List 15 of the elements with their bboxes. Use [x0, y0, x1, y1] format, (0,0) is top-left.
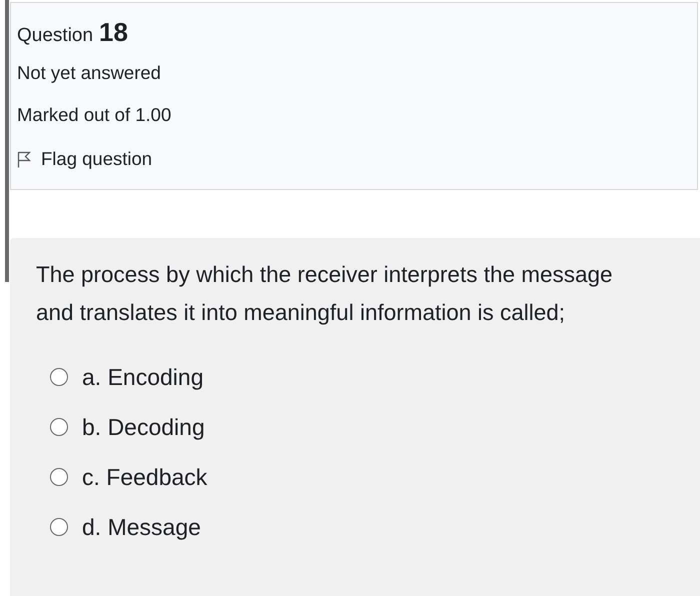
answer-option[interactable]: d. Message	[50, 512, 680, 542]
answer-option[interactable]: b. Decoding	[50, 412, 680, 442]
flag-question-link[interactable]: Flag question	[17, 137, 691, 181]
radio-button[interactable]	[50, 518, 68, 536]
question-number: 18	[99, 17, 128, 48]
marks-text: Marked out of 1.00	[17, 103, 172, 127]
answer-option[interactable]: a. Encoding	[50, 362, 680, 392]
radio-button[interactable]	[50, 418, 68, 436]
question-text: The process by which the receiver interprets the message and translates it into meaningful information is called;	[36, 261, 614, 327]
flag-icon	[17, 150, 31, 168]
question-label: Question	[17, 25, 94, 47]
status-text: Not yet answered	[17, 61, 162, 85]
radio-button[interactable]	[50, 468, 68, 486]
answer-option[interactable]: c. Feedback	[50, 462, 680, 492]
radio-button[interactable]	[50, 368, 68, 386]
